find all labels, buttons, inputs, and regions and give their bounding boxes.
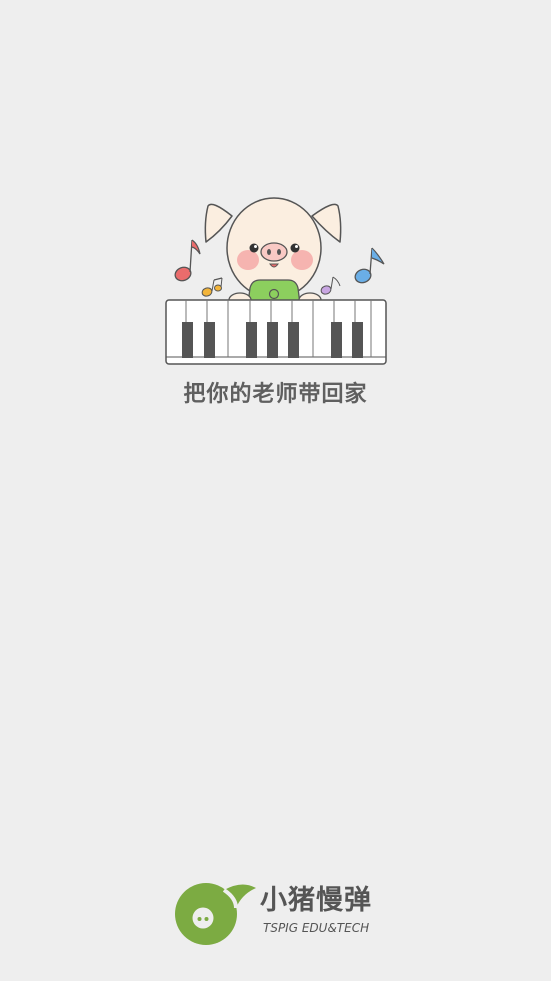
slogan-text: 把你的老师带回家 — [183, 382, 368, 407]
pig-piano-icon — [165, 197, 387, 365]
splash-screen: 把你的老师带回家 小猪慢弹 TSPIG EDU&TECH — [0, 0, 551, 981]
music-note-red-icon — [174, 239, 201, 282]
music-note-blue-icon — [354, 247, 385, 284]
music-note-orange-icon — [201, 277, 223, 297]
brand-footer: 小猪慢弹 TSPIG EDU&TECH — [172, 878, 382, 948]
piano-keyboard-icon — [165, 299, 387, 365]
brand-subtitle: TSPIG EDU&TECH — [263, 921, 370, 935]
music-note-purple-icon — [320, 276, 341, 295]
note-logo-icon — [175, 883, 256, 945]
brand-name: 小猪慢弹 — [260, 885, 372, 916]
